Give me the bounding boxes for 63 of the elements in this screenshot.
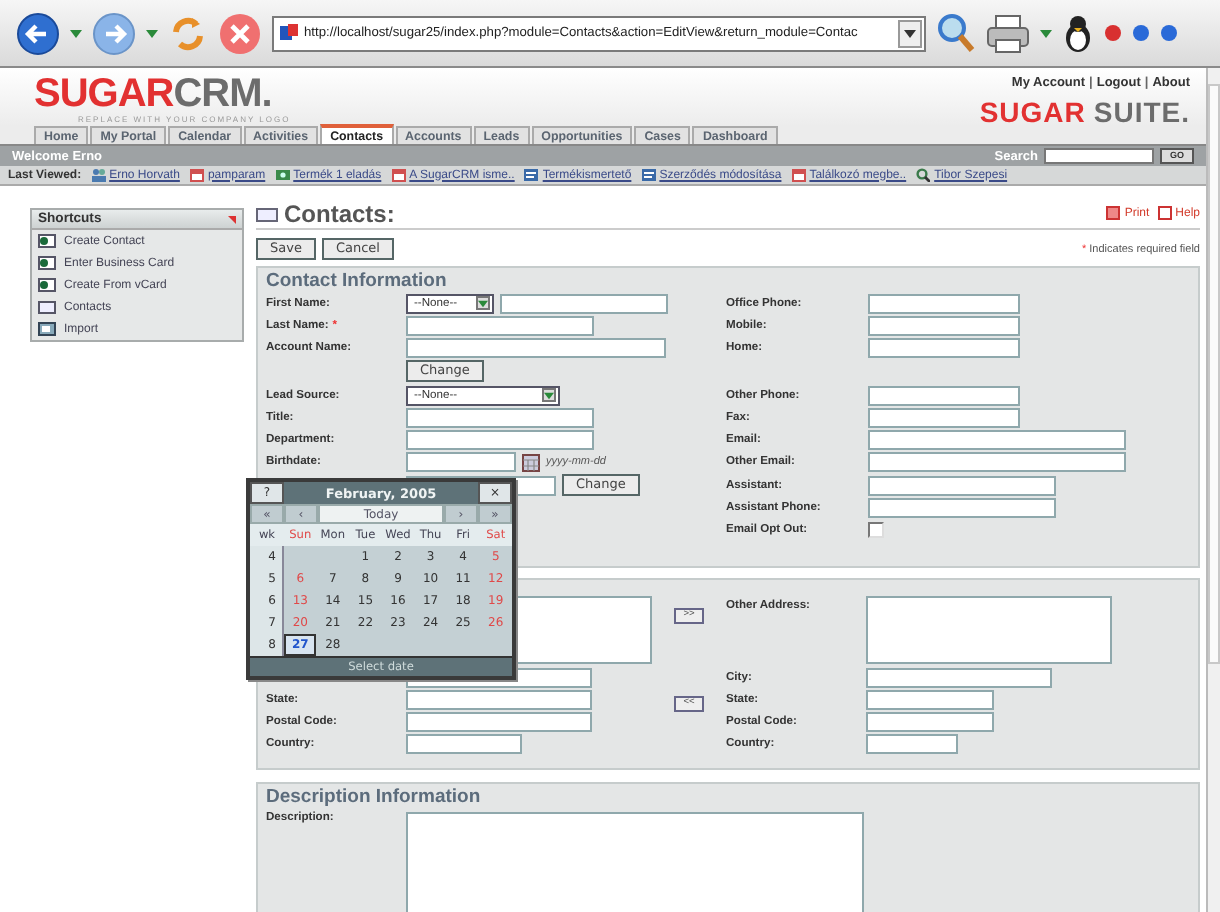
forward-icon[interactable]	[92, 11, 136, 55]
input-field[interactable]	[406, 407, 594, 428]
dropdown-icon[interactable]	[544, 391, 554, 400]
input-field[interactable]	[868, 498, 1056, 519]
input-field[interactable]	[866, 690, 994, 711]
input-field[interactable]	[866, 734, 958, 755]
printer-icon[interactable]	[1106, 206, 1121, 220]
money-icon	[275, 168, 290, 182]
caret-icon[interactable]	[1040, 29, 1052, 37]
panel-title: Contact Information	[266, 272, 449, 292]
caret-icon[interactable]	[70, 29, 82, 37]
note-icon	[524, 168, 539, 182]
magnifier-icon	[916, 168, 931, 182]
panel-title: Description Information	[266, 787, 483, 808]
input-field[interactable]	[406, 338, 666, 359]
logo: SUGARCRM.	[34, 76, 274, 114]
calendar-icon	[189, 168, 204, 182]
printer-icon[interactable]	[986, 13, 1030, 53]
input-field[interactable]	[868, 407, 1020, 428]
input-field[interactable]	[868, 430, 1126, 451]
reload-icon[interactable]	[168, 13, 208, 53]
input-field[interactable]	[868, 315, 1020, 336]
input-field[interactable]	[866, 712, 994, 733]
corner-icon[interactable]	[228, 215, 236, 223]
card-icon	[38, 234, 56, 248]
input-field[interactable]	[868, 385, 1020, 406]
stop-icon[interactable]	[218, 11, 262, 55]
card-icon	[38, 278, 56, 292]
import-icon	[38, 322, 56, 336]
search-field[interactable]	[1043, 148, 1154, 164]
help-icon[interactable]	[1157, 206, 1172, 220]
suite-logo: SUGAR SUITE.	[979, 96, 1190, 128]
input-field[interactable]	[406, 430, 594, 451]
calendar-icon	[391, 168, 406, 182]
input-field[interactable]	[406, 712, 592, 733]
search-icon[interactable]	[936, 11, 976, 55]
card-icon	[38, 256, 56, 270]
input-field[interactable]	[868, 475, 1056, 496]
people-icon	[91, 168, 106, 182]
folder-icon	[38, 300, 56, 314]
back-icon[interactable]	[16, 11, 60, 55]
date-field[interactable]	[406, 452, 516, 473]
calendar-icon[interactable]	[522, 453, 540, 472]
input-field[interactable]	[406, 690, 592, 711]
penguin-icon[interactable]	[1062, 13, 1094, 53]
input-field[interactable]	[406, 315, 594, 336]
page-title: Contacts:	[284, 199, 395, 227]
input-field[interactable]	[406, 734, 522, 755]
url-dropdown-button[interactable]	[898, 19, 922, 47]
checkbox[interactable]	[868, 522, 884, 539]
input-field[interactable]	[868, 338, 1020, 359]
input-field[interactable]	[500, 293, 668, 314]
input-field[interactable]	[868, 293, 1020, 314]
dropdown-icon[interactable]	[478, 299, 488, 308]
note-icon	[641, 168, 656, 182]
input-field[interactable]	[868, 452, 1126, 473]
input-field[interactable]	[866, 668, 1052, 689]
folder-icon	[256, 205, 278, 221]
scrollbar[interactable]	[1206, 68, 1220, 912]
caret-icon[interactable]	[146, 29, 158, 37]
page-icon	[280, 24, 298, 42]
calendar-icon	[791, 168, 806, 182]
dropdown-icon	[904, 29, 916, 37]
